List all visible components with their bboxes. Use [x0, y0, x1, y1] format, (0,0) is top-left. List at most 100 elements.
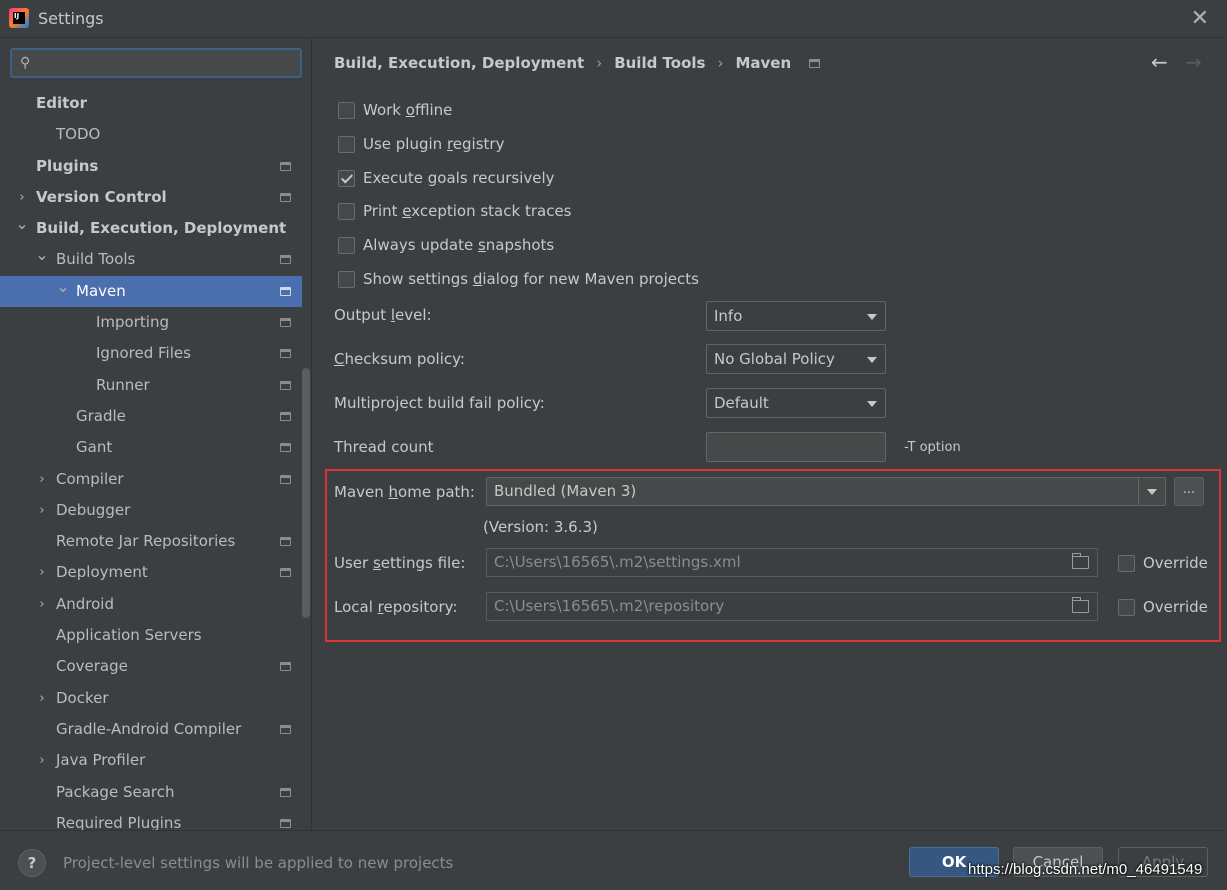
help-icon[interactable]: ?	[18, 849, 46, 877]
maven-version-label: (Version: 3.6.3)	[483, 518, 598, 536]
chevron-right-icon[interactable]: ›	[35, 745, 49, 776]
project-scope-icon	[280, 662, 291, 672]
settings-tree: Editor TODO Plugins › Version Control ⌄ Build,…	[0, 88, 302, 830]
thread-count-input[interactable]	[706, 432, 886, 462]
local-repository-value: C:\Users\16565\.m2\repository	[494, 597, 725, 615]
chevron-right-icon[interactable]: ›	[35, 495, 49, 526]
project-scope-icon	[280, 161, 291, 171]
back-arrow-icon[interactable]: ←	[1151, 50, 1168, 74]
fail-policy-value: Default	[714, 394, 769, 412]
option-row[interactable]: Work offline	[338, 99, 452, 121]
option-checkbox[interactable]	[338, 236, 355, 254]
folder-icon[interactable]	[1072, 597, 1089, 613]
folder-icon[interactable]	[1072, 553, 1089, 569]
settings-search[interactable]: ⚲	[10, 48, 302, 78]
chevron-down-icon	[1147, 489, 1157, 495]
project-scope-icon	[280, 286, 291, 296]
sidebar-item-docker[interactable]: › Docker	[0, 683, 302, 714]
close-icon[interactable]: ✕	[1191, 6, 1209, 31]
maven-settings-panel: Build, Execution, Deployment › Build Tools…	[313, 38, 1227, 830]
sidebar-item-runner[interactable]: Runner	[0, 370, 302, 401]
option-checkbox[interactable]	[338, 202, 355, 220]
sidebar-item-gradle[interactable]: Gradle	[0, 401, 302, 432]
sidebar-item-required-plugins[interactable]: Required Plugins	[0, 808, 302, 830]
override-checkbox[interactable]	[1118, 554, 1135, 572]
option-checkbox[interactable]	[338, 270, 355, 288]
override-checkbox[interactable]	[1118, 598, 1135, 616]
sidebar-item-importing[interactable]: Importing	[0, 307, 302, 338]
title-bar: IJ Settings ✕	[0, 0, 1227, 38]
chevron-down-icon[interactable]: ⌄	[56, 271, 70, 302]
maven-home-value: Bundled (Maven 3)	[494, 482, 637, 500]
chevron-down-icon	[867, 357, 877, 363]
project-scope-icon	[280, 818, 291, 828]
project-scope-icon	[280, 537, 291, 547]
sidebar-item-label: Version Control	[36, 187, 167, 206]
project-scope-icon	[280, 318, 291, 328]
local-repository-override[interactable]: Override	[1118, 596, 1208, 618]
browse-maven-home-button[interactable]: ...	[1174, 477, 1204, 506]
breadcrumb-item: Maven	[735, 54, 792, 72]
project-scope-icon	[280, 411, 291, 421]
option-checkbox[interactable]	[338, 135, 355, 153]
project-scope-icon	[809, 59, 821, 68]
option-label: Show settings dialog for new Maven proje…	[363, 270, 699, 288]
option-label: Work offline	[363, 101, 453, 119]
sidebar-item-java-profiler[interactable]: › Java Profiler	[0, 745, 302, 776]
option-label: Execute goals recursively	[363, 169, 555, 187]
sidebar-item-label: Importing	[96, 313, 169, 332]
option-row[interactable]: Print exception stack traces	[338, 200, 571, 222]
option-row[interactable]: Show settings dialog for new Maven proje…	[338, 268, 699, 290]
sidebar-item-gradle-android-compiler[interactable]: Gradle-Android Compiler	[0, 714, 302, 745]
sidebar-item-compiler[interactable]: › Compiler	[0, 464, 302, 495]
sidebar-item-editor[interactable]: Editor	[0, 88, 302, 119]
fail-policy-dropdown[interactable]: Default	[706, 388, 886, 418]
sidebar-item-ignored-files[interactable]: Ignored Files	[0, 338, 302, 369]
chevron-right-icon[interactable]: ›	[35, 683, 49, 714]
sidebar-item-android[interactable]: › Android	[0, 589, 302, 620]
fail-policy-label: Multiproject build fail policy:	[334, 394, 545, 412]
chevron-right-icon[interactable]: ›	[35, 589, 49, 620]
local-repository-field[interactable]: C:\Users\16565\.m2\repository	[486, 592, 1098, 621]
chevron-down-icon[interactable]: ⌄	[35, 239, 49, 270]
sidebar-item-label: Package Search	[56, 782, 175, 801]
project-scope-icon	[280, 380, 291, 390]
sidebar-item-label: Gant	[76, 438, 113, 457]
project-scope-icon	[280, 443, 291, 453]
sidebar-item-label: Debugger	[56, 500, 131, 519]
sidebar-item-plugins[interactable]: Plugins	[0, 151, 302, 182]
output-level-dropdown[interactable]: Info	[706, 301, 886, 331]
search-input[interactable]	[42, 53, 292, 73]
sidebar-item-maven[interactable]: ⌄ Maven	[0, 275, 302, 308]
chevron-down-icon[interactable]: ⌄	[15, 208, 29, 239]
breadcrumb-item[interactable]: Build, Execution, Deployment	[334, 54, 584, 72]
thread-count-label: Thread count	[334, 438, 434, 456]
maven-home-dropdown[interactable]: Bundled (Maven 3)	[486, 477, 1166, 506]
checksum-policy-dropdown[interactable]: No Global Policy	[706, 344, 886, 374]
sidebar-item-coverage[interactable]: Coverage	[0, 651, 302, 682]
sidebar-item-gant[interactable]: Gant	[0, 432, 302, 463]
sidebar-scrollbar[interactable]	[302, 368, 310, 618]
sidebar-item-label: Runner	[96, 375, 150, 394]
option-row[interactable]: Always update snapshots	[338, 234, 554, 256]
user-settings-override[interactable]: Override	[1118, 552, 1208, 574]
user-settings-field[interactable]: C:\Users\16565\.m2\settings.xml	[486, 548, 1098, 577]
sidebar-item-remote-jar-repositories[interactable]: Remote Jar Repositories	[0, 526, 302, 557]
option-checkbox[interactable]	[338, 101, 355, 119]
sidebar-item-package-search[interactable]: Package Search	[0, 777, 302, 808]
chevron-right-icon[interactable]: ›	[35, 557, 49, 588]
sidebar-item-build-tools[interactable]: ⌄ Build Tools	[0, 244, 302, 275]
option-row[interactable]: Execute goals recursively	[338, 167, 555, 189]
sidebar-item-todo[interactable]: TODO	[0, 119, 302, 150]
sidebar-item-version-control[interactable]: › Version Control	[0, 182, 302, 213]
sidebar-item-debugger[interactable]: › Debugger	[0, 495, 302, 526]
chevron-right-icon[interactable]: ›	[35, 464, 49, 495]
sidebar-item-application-servers[interactable]: Application Servers	[0, 620, 302, 651]
breadcrumb-item[interactable]: Build Tools	[614, 54, 705, 72]
option-checkbox[interactable]	[338, 169, 355, 187]
option-row[interactable]: Use plugin registry	[338, 133, 504, 155]
footer-note: Project-level settings will be applied t…	[63, 854, 454, 872]
sidebar-item-label: Docker	[56, 688, 109, 707]
sidebar-item-deployment[interactable]: › Deployment	[0, 557, 302, 588]
search-icon: ⚲	[20, 55, 31, 71]
